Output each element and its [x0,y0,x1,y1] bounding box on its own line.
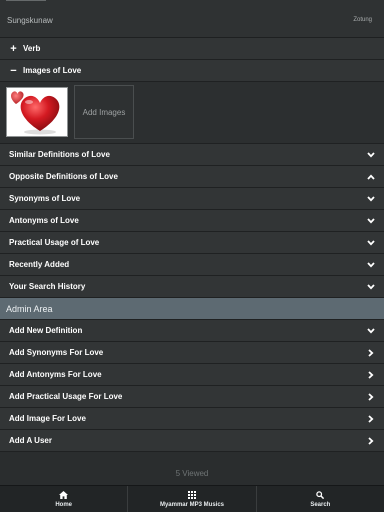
row-add-antonyms-for-love[interactable]: Add Antonyms For Love [0,364,384,386]
row-add-a-user[interactable]: Add A User [0,430,384,452]
images-panel: Add Images [0,82,384,144]
header-divider [6,0,46,3]
search-icon [316,491,325,500]
heart-icon [11,91,60,135]
chevron-down-icon [366,216,376,226]
bottom-navbar: Home Myammar MP3 Musics Search [0,485,384,512]
heart-image-thumbnail[interactable] [6,87,68,137]
row-label: Add Practical Usage For Love [9,392,123,401]
row-label: Recently Added [9,260,70,269]
chevron-down-icon [366,260,376,270]
row-recently-added[interactable]: Recently Added [0,254,384,276]
row-label: Opposite Definitions of Love [9,172,118,181]
row-synonyms-of-love[interactable]: Synonyms of Love [0,188,384,210]
chevron-down-icon [366,238,376,248]
row-practical-usage-of-love[interactable]: Practical Usage of Love [0,232,384,254]
row-label: Antonyms of Love [9,216,79,225]
row-opposite-definitions-of-love[interactable]: Opposite Definitions of Love [0,166,384,188]
chevron-down-icon [366,194,376,204]
row-add-image-for-love[interactable]: Add Image For Love [0,408,384,430]
images-of-love-row[interactable]: − Images of Love [0,60,384,82]
plus-icon: + [10,42,17,55]
nav-home-button[interactable]: Home [0,486,129,512]
chevron-right-icon [366,370,376,380]
chevron-down-icon [366,150,376,160]
row-label: Add New Definition [9,326,83,335]
chevron-down-icon [366,282,376,292]
row-similar-definitions-of-love[interactable]: Similar Definitions of Love [0,144,384,166]
row-add-synonyms-for-love[interactable]: Add Synonyms For Love [0,342,384,364]
row-label: Practical Usage of Love [9,238,100,247]
nav-music-label: Myammar MP3 Musics [159,501,224,508]
row-antonyms-of-love[interactable]: Antonyms of Love [0,210,384,232]
verb-row[interactable]: + Verb [0,38,384,60]
row-label: Similar Definitions of Love [9,150,110,159]
nav-search-button[interactable]: Search [257,486,384,512]
row-label: Your Search History [9,282,86,291]
chevron-right-icon [366,436,376,446]
language-label-right: Zotung [353,17,372,23]
row-label: Add Synonyms For Love [9,348,104,357]
word-header: Sungskunaw Zotung [0,0,384,38]
admin-area-header: Admin Area [0,298,384,320]
row-add-new-definition[interactable]: Add New Definition [0,320,384,342]
minus-icon: − [10,64,17,77]
add-images-button[interactable]: Add Images [74,85,134,139]
chevron-up-icon [366,172,376,182]
view-count: 5 Viewed [175,469,209,478]
row-your-search-history[interactable]: Your Search History [0,276,384,298]
row-add-practical-usage-for-love[interactable]: Add Practical Usage For Love [0,386,384,408]
chevron-right-icon [366,348,376,358]
grid-icon [187,491,196,500]
home-icon [59,491,69,500]
chevron-right-icon [366,414,376,424]
images-of-love-label: Images of Love [23,66,82,75]
nav-search-label: Search [310,501,331,508]
row-label: Add Image For Love [9,414,86,423]
nav-home-label: Home [55,501,72,508]
row-label: Synonyms of Love [9,194,81,203]
chevron-right-icon [366,392,376,402]
language-label-left: Sungskunaw [7,16,53,25]
nav-music-button[interactable]: Myammar MP3 Musics [128,486,257,512]
row-label: Add A User [9,436,52,445]
verb-label: Verb [23,44,41,53]
row-label: Add Antonyms For Love [9,370,102,379]
chevron-down-icon [366,326,376,336]
